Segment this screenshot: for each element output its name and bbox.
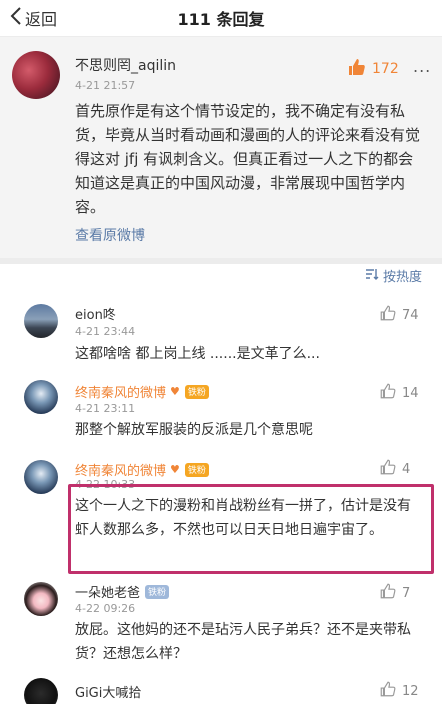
main-post-content: 首先原作是有这个情节设定的，我不确定有没有私货，毕竟从当时看动画和漫画的人的评论… bbox=[75, 102, 421, 216]
main-post-like-count: 172 bbox=[372, 61, 399, 77]
comment-username[interactable]: 一朵她老爸 铁粉 bbox=[75, 582, 170, 601]
thumbs-up-icon bbox=[379, 382, 397, 404]
thumbs-up-icon bbox=[347, 57, 367, 81]
thumbs-up-icon bbox=[379, 304, 397, 326]
comment-item: 终南秦风的微博 ♥ 铁粉 4-21 23:11 14 那整个解放军服装的反派是几… bbox=[0, 372, 442, 452]
comment-like-button[interactable]: 14 bbox=[379, 382, 419, 404]
comment-username[interactable]: GiGi大喊拾 bbox=[75, 682, 141, 701]
comment-time: 4-22 09:26 bbox=[75, 602, 136, 615]
comment-time: 4-21 23:44 bbox=[75, 325, 136, 338]
comment-like-button[interactable]: 12 bbox=[379, 680, 419, 702]
fan-badge: 铁粉 bbox=[184, 384, 209, 399]
avatar[interactable] bbox=[24, 678, 58, 704]
more-options-button[interactable]: ... bbox=[413, 57, 431, 76]
nav-bar: 返回 111 条回复 bbox=[0, 0, 442, 36]
comment-like-count: 74 bbox=[402, 307, 419, 323]
main-post-like-button[interactable]: 172 bbox=[347, 57, 399, 81]
sort-label: 按热度 bbox=[382, 270, 422, 285]
main-post: 不思则罔_aqilin 4-21 21:57 172 ... 首先原作是有这个情… bbox=[0, 36, 442, 258]
avatar[interactable] bbox=[24, 304, 58, 338]
main-post-username[interactable]: 不思则罔_aqilin bbox=[75, 55, 176, 75]
avatar[interactable] bbox=[24, 460, 58, 494]
comment-like-button[interactable]: 4 bbox=[379, 458, 410, 480]
comment-username[interactable]: 终南秦风的微博 ♥ 铁粉 bbox=[75, 460, 209, 479]
fan-emoji-icon: ♥ bbox=[170, 385, 180, 398]
comment-username-text: 一朵她老爸 bbox=[75, 586, 141, 601]
comment-item: GiGi大喊拾 12 bbox=[0, 672, 442, 704]
fan-emoji-icon: ♥ bbox=[170, 463, 180, 476]
comment-username[interactable]: eion咚 bbox=[75, 304, 116, 323]
comment-like-count: 7 bbox=[402, 585, 411, 601]
section-divider bbox=[0, 258, 442, 264]
comment-like-button[interactable]: 7 bbox=[379, 582, 410, 604]
thumbs-up-icon bbox=[379, 458, 397, 480]
thumbs-up-icon bbox=[379, 680, 397, 702]
fan-badge: 铁粉 bbox=[184, 462, 209, 477]
page-title: 111 条回复 bbox=[177, 10, 265, 29]
fan-badge: 铁粉 bbox=[145, 584, 170, 599]
comment-item: eion咚 4-21 23:44 74 这都啥啥 都上岗上线 ......是文革… bbox=[0, 296, 442, 368]
avatar[interactable] bbox=[12, 51, 60, 99]
avatar[interactable] bbox=[24, 582, 58, 616]
comment-text: 这都啥啥 都上岗上线 ......是文革了么... bbox=[75, 346, 320, 362]
comment-like-count: 12 bbox=[402, 683, 419, 699]
avatar[interactable] bbox=[24, 380, 58, 414]
main-post-time: 4-21 21:57 bbox=[75, 79, 136, 92]
comment-item: 一朵她老爸 铁粉 4-22 09:26 7 放屁。这他妈的还不是玷污人民子弟兵？… bbox=[0, 578, 442, 670]
comment-time: 4-21 23:11 bbox=[75, 402, 136, 415]
comment-like-button[interactable]: 74 bbox=[379, 304, 419, 326]
comment-like-count: 14 bbox=[402, 385, 419, 401]
reply-page: 返回 111 条回复 不思则罔_aqilin 4-21 21:57 172 ..… bbox=[0, 0, 442, 704]
comment-username-text: 终南秦风的微博 bbox=[75, 386, 167, 401]
comment-username[interactable]: 终南秦风的微博 ♥ 铁粉 bbox=[75, 382, 209, 401]
sort-icon bbox=[365, 266, 379, 285]
comment-username-text: 终南秦风的微博 bbox=[75, 464, 167, 479]
sort-by-popularity-button[interactable]: 按热度 bbox=[365, 266, 422, 285]
highlight-annotation-box bbox=[68, 484, 434, 574]
comment-like-count: 4 bbox=[402, 461, 411, 477]
comment-text: 那整个解放军服装的反派是几个意思呢 bbox=[75, 422, 313, 438]
thumbs-up-icon bbox=[379, 582, 397, 604]
comment-text: 放屁。这他妈的还不是玷污人民子弟兵？还不是夹带私货？还想怎么样？ bbox=[75, 622, 411, 662]
view-original-link[interactable]: 查看原微博 bbox=[75, 225, 145, 245]
